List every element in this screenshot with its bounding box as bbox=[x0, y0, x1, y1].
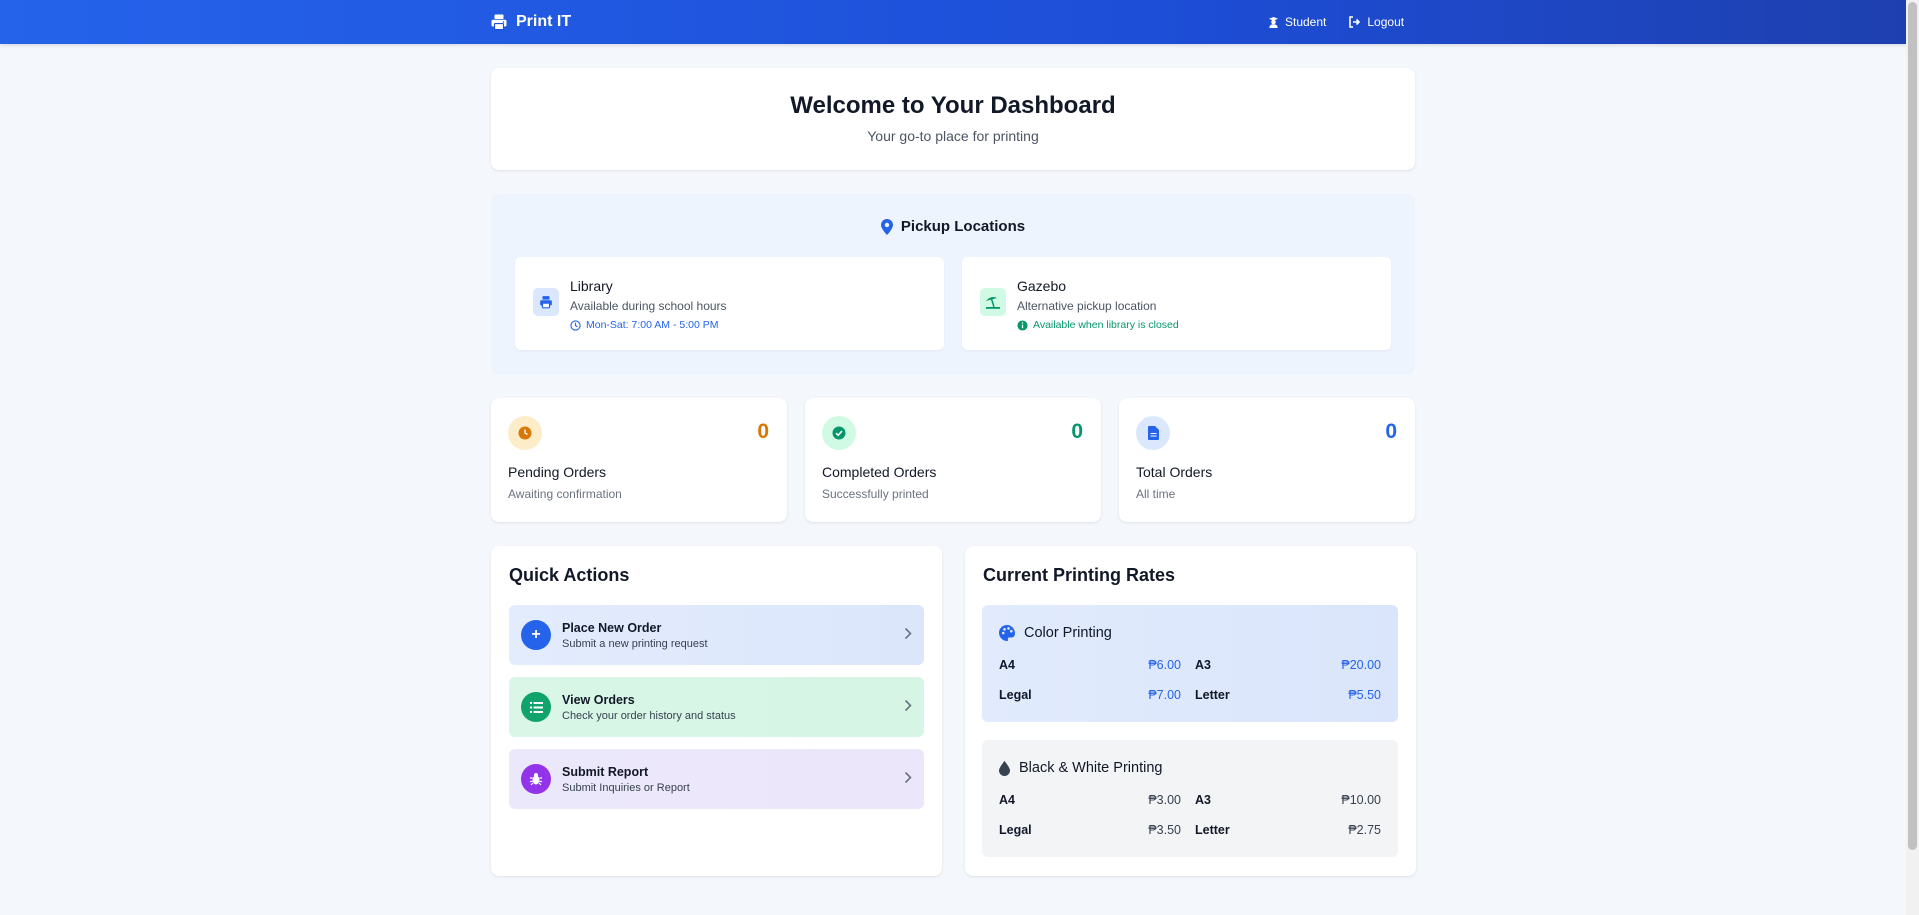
top-navbar: Print IT Student Logout bbox=[0, 0, 1906, 44]
palette-icon bbox=[999, 625, 1015, 641]
logout-link[interactable]: Logout bbox=[1348, 15, 1404, 29]
price: ₱7.00 bbox=[1148, 688, 1181, 702]
stat-card-total: 0 Total Orders All time bbox=[1119, 398, 1415, 522]
paper-size: Letter bbox=[1195, 823, 1230, 837]
action-subtitle: Submit a new printing request bbox=[562, 638, 708, 650]
scrollbar-thumb[interactable] bbox=[1908, 2, 1917, 850]
location-card-library: Library Available during school hours Mo… bbox=[515, 257, 944, 350]
action-subtitle: Check your order history and status bbox=[562, 710, 736, 722]
page-scrollbar[interactable] bbox=[1906, 0, 1919, 915]
location-hours: Mon-Sat: 7:00 AM - 5:00 PM bbox=[570, 319, 727, 331]
page-title: Welcome to Your Dashboard bbox=[790, 92, 1116, 119]
paper-size: A4 bbox=[999, 658, 1015, 672]
action-title: Place New Order bbox=[562, 621, 662, 635]
location-desc: Available during school hours bbox=[570, 299, 727, 313]
submit-report-button[interactable]: Submit Report Submit Inquiries or Report bbox=[509, 749, 924, 809]
user-graduate-icon bbox=[1268, 16, 1279, 28]
stat-subtitle: All time bbox=[1136, 487, 1176, 501]
rate-heading: Color Printing bbox=[999, 625, 1112, 641]
price: ₱6.00 bbox=[1148, 658, 1181, 672]
quick-actions-panel: Quick Actions + Place New Order Submit a… bbox=[491, 546, 942, 876]
clock-icon bbox=[508, 416, 542, 450]
paper-size: A3 bbox=[1195, 793, 1211, 807]
price: ₱3.00 bbox=[1148, 793, 1181, 807]
user-label: Student bbox=[1285, 15, 1327, 29]
pickup-title: Pickup Locations bbox=[491, 218, 1415, 235]
stat-card-pending: 0 Pending Orders Awaiting confirmation bbox=[491, 398, 787, 522]
rate-heading-text: Black & White Printing bbox=[1019, 760, 1163, 776]
stat-value: 0 bbox=[757, 420, 769, 443]
chevron-right-icon bbox=[904, 771, 912, 784]
paper-size: Letter bbox=[1195, 688, 1230, 702]
chevron-right-icon bbox=[904, 627, 912, 640]
location-card-gazebo: Gazebo Alternative pickup location Avail… bbox=[962, 257, 1391, 350]
paper-size: Legal bbox=[999, 823, 1032, 837]
price: ₱10.00 bbox=[1341, 793, 1381, 807]
location-desc: Alternative pickup location bbox=[1017, 299, 1157, 313]
printing-rates-panel: Current Printing Rates Color Printing A4… bbox=[965, 546, 1416, 876]
bug-icon bbox=[521, 764, 551, 794]
action-title: View Orders bbox=[562, 693, 635, 707]
printer-icon bbox=[491, 14, 507, 31]
droplet-icon bbox=[999, 760, 1010, 776]
price: ₱5.50 bbox=[1348, 688, 1381, 702]
location-name: Gazebo bbox=[1017, 278, 1067, 294]
paper-size: A3 bbox=[1195, 658, 1211, 672]
panel-title: Current Printing Rates bbox=[983, 565, 1176, 585]
umbrella-beach-icon bbox=[980, 288, 1006, 316]
location-note: Available when library is closed bbox=[1033, 319, 1179, 331]
price: ₱20.00 bbox=[1341, 658, 1381, 672]
pickup-title-text: Pickup Locations bbox=[900, 218, 1026, 235]
view-orders-button[interactable]: View Orders Check your order history and… bbox=[509, 677, 924, 737]
rate-heading: Black & White Printing bbox=[999, 760, 1162, 776]
clock-icon bbox=[570, 319, 581, 331]
rate-row: A4 ₱6.00 A3 ₱20.00 bbox=[999, 658, 1381, 678]
page-subtitle: Your go-to place for printing bbox=[867, 128, 1039, 144]
rate-heading-text: Color Printing bbox=[1024, 625, 1112, 641]
map-pin-icon bbox=[880, 218, 893, 235]
stat-value: 0 bbox=[1385, 420, 1397, 443]
price: ₱2.75 bbox=[1348, 823, 1381, 837]
welcome-card: Welcome to Your Dashboard Your go-to pla… bbox=[491, 68, 1415, 170]
stat-card-completed: 0 Completed Orders Successfully printed bbox=[805, 398, 1101, 522]
action-title: Submit Report bbox=[562, 765, 649, 779]
color-printing-box: Color Printing A4 ₱6.00 A3 ₱20.00 Legal … bbox=[982, 605, 1398, 722]
plus-icon: + bbox=[521, 620, 551, 650]
stat-title: Completed Orders bbox=[822, 464, 937, 480]
logout-icon bbox=[1349, 16, 1361, 28]
stat-title: Pending Orders bbox=[508, 464, 607, 480]
place-new-order-button[interactable]: + Place New Order Submit a new printing … bbox=[509, 605, 924, 665]
stat-title: Total Orders bbox=[1136, 464, 1213, 480]
rate-row: Legal ₱3.50 Letter ₱2.75 bbox=[999, 823, 1381, 843]
brand-link[interactable]: Print IT bbox=[490, 0, 571, 44]
printer-icon bbox=[533, 288, 559, 316]
stat-subtitle: Awaiting confirmation bbox=[508, 487, 622, 501]
paper-size: A4 bbox=[999, 793, 1015, 807]
list-icon bbox=[521, 692, 551, 722]
chevron-right-icon bbox=[904, 699, 912, 712]
user-menu-link[interactable]: Student bbox=[1268, 15, 1326, 29]
location-availability: Available when library is closed bbox=[1017, 319, 1179, 331]
panel-title: Quick Actions bbox=[509, 565, 630, 585]
pickup-locations-section: Pickup Locations Library Available durin… bbox=[491, 194, 1415, 375]
logout-label: Logout bbox=[1367, 15, 1405, 29]
location-name: Library bbox=[570, 278, 613, 294]
brand-name: Print IT bbox=[516, 13, 572, 30]
paper-size: Legal bbox=[999, 688, 1032, 702]
action-subtitle: Submit Inquiries or Report bbox=[562, 782, 690, 794]
file-icon bbox=[1136, 416, 1170, 450]
rate-row: A4 ₱3.00 A3 ₱10.00 bbox=[999, 793, 1381, 813]
location-note: Mon-Sat: 7:00 AM - 5:00 PM bbox=[586, 319, 719, 331]
info-circle-icon bbox=[1017, 319, 1028, 331]
stat-value: 0 bbox=[1071, 420, 1083, 443]
stat-subtitle: Successfully printed bbox=[822, 487, 929, 501]
price: ₱3.50 bbox=[1148, 823, 1181, 837]
check-circle-icon bbox=[822, 416, 856, 450]
rate-row: Legal ₱7.00 Letter ₱5.50 bbox=[999, 688, 1381, 708]
bw-printing-box: Black & White Printing A4 ₱3.00 A3 ₱10.0… bbox=[982, 740, 1398, 857]
